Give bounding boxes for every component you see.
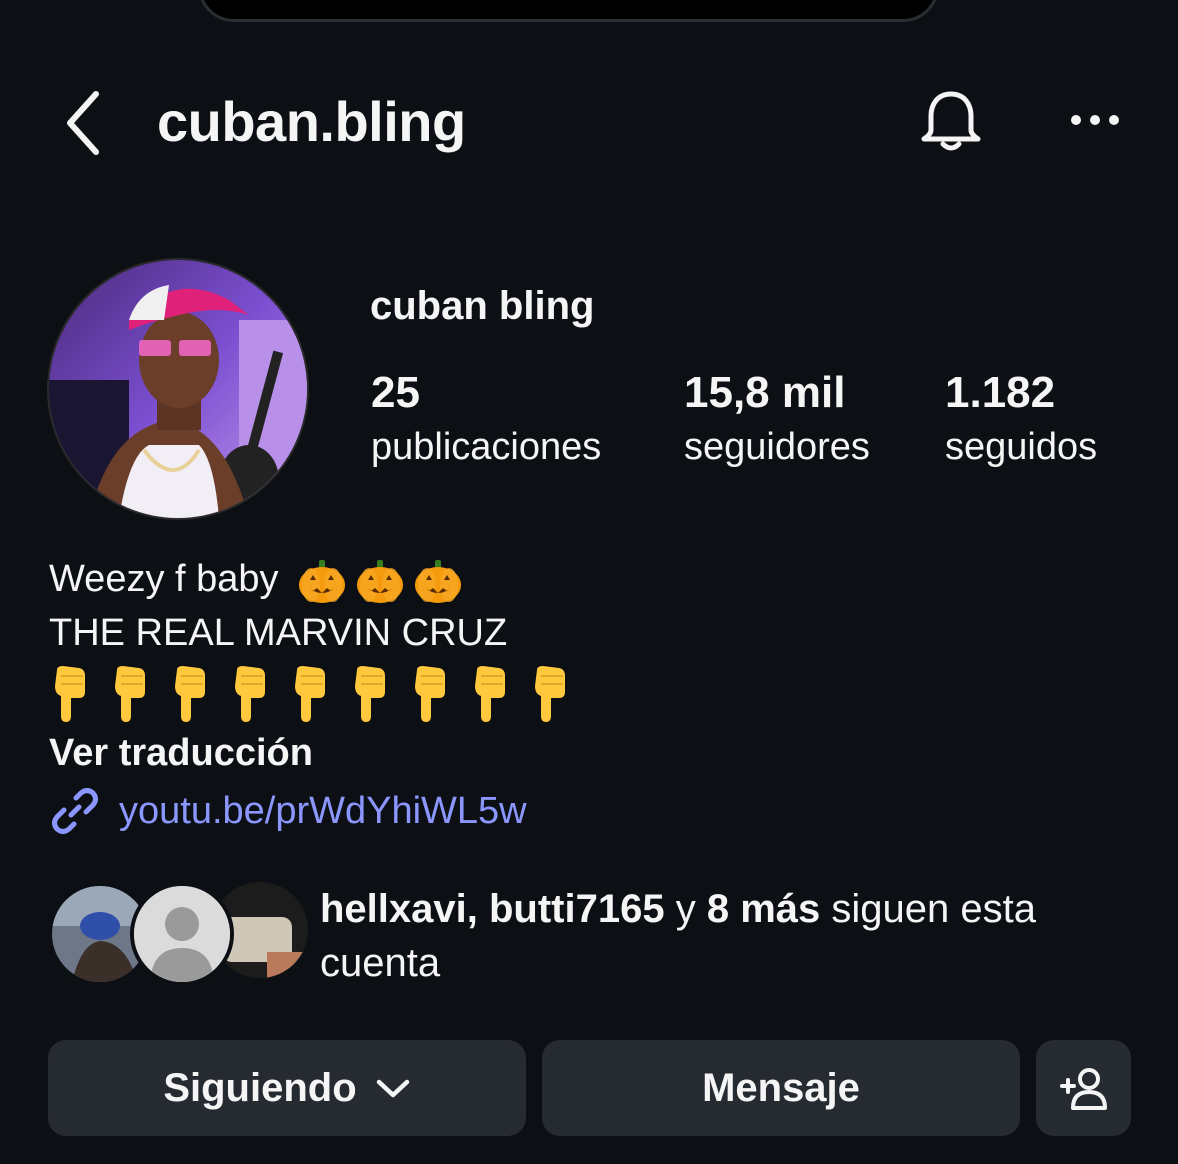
message-button[interactable]: Mensaje (542, 1040, 1020, 1136)
pointing-down-hand-icon (229, 666, 271, 722)
bio-emoji-row (49, 664, 571, 724)
link-icon (52, 788, 98, 834)
bio-link[interactable]: youtu.be/prWdYhiWL5w (49, 784, 571, 838)
following-label: Siguiendo (163, 1065, 357, 1110)
profile-username: cuban.bling (157, 90, 466, 153)
profile-bio: Weezy f baby THE REAL MARVIN CRUZ Ver tr… (49, 552, 571, 838)
pointing-down-hand-icon (469, 666, 511, 722)
followed-by-more[interactable]: 8 más (707, 887, 820, 931)
pointing-down-hand-icon (529, 666, 571, 722)
bio-line-2: THE REAL MARVIN CRUZ (49, 612, 508, 654)
stat-following[interactable]: 1.182 seguidos (945, 368, 1097, 470)
pointing-down-hand-icon (289, 666, 331, 722)
pumpkin-icon (413, 558, 463, 604)
add-user-button[interactable] (1036, 1040, 1131, 1136)
pumpkin-icon (297, 558, 347, 604)
profile-avatar[interactable] (47, 258, 309, 520)
followed-by-text: hellxavi, butti7165 y 8 más siguen esta … (320, 882, 1120, 990)
bio-line-1: Weezy f baby (49, 552, 571, 606)
stat-followers-value: 15,8 mil (684, 368, 846, 417)
stat-posts[interactable]: 25 publicaciones (371, 368, 601, 470)
see-translation-link[interactable]: Ver traducción (49, 726, 571, 780)
chevron-down-icon (376, 1079, 409, 1098)
stat-followers-label: seguidores (684, 426, 870, 468)
bio-text-1: Weezy f baby (49, 558, 279, 600)
stat-following-label: seguidos (945, 426, 1098, 468)
pointing-down-hand-icon (109, 666, 151, 722)
device-notch (198, 0, 939, 22)
bell-icon[interactable] (915, 86, 987, 158)
stat-followers[interactable]: 15,8 mil seguidores (684, 368, 870, 470)
display-name: cuban bling (370, 284, 595, 328)
stat-following-value: 1.182 (945, 368, 1056, 417)
chevron-left-icon[interactable] (60, 88, 110, 158)
add-user-icon (1059, 1068, 1107, 1110)
pumpkin-icon (355, 558, 405, 604)
stat-posts-label: publicaciones (371, 426, 602, 468)
follower-avatar-2 (130, 882, 234, 986)
bio-link-text[interactable]: youtu.be/prWdYhiWL5w (119, 784, 527, 838)
following-button[interactable]: Siguiendo (48, 1040, 526, 1136)
pointing-down-hand-icon (169, 666, 211, 722)
followed-by-connector: y (664, 887, 707, 931)
top-bar: cuban.bling (0, 70, 1178, 180)
stat-posts-value: 25 (371, 368, 420, 417)
more-horizontal-icon[interactable] (1066, 100, 1126, 140)
message-label: Mensaje (702, 1065, 860, 1110)
pointing-down-hand-icon (349, 666, 391, 722)
pointing-down-hand-icon (49, 666, 91, 722)
followed-by-names[interactable]: hellxavi, butti7165 (320, 887, 665, 931)
pointing-down-hand-icon (409, 666, 451, 722)
